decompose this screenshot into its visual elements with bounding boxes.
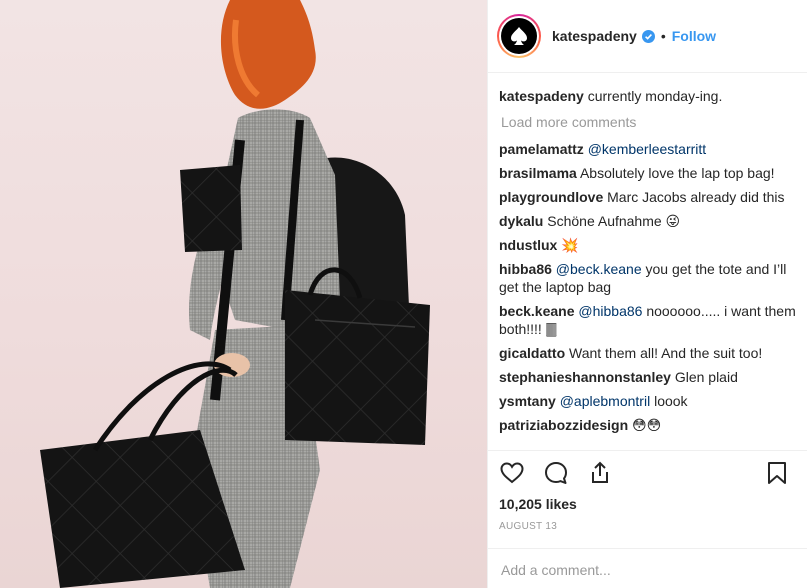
comment-mention[interactable]: @aplebmontril [560, 393, 650, 409]
comment-mention[interactable]: @kemberleestarritt [588, 141, 706, 157]
comment-text: Absolutely love the lap top bag! [579, 165, 775, 181]
comment-text: Glen plaid [674, 369, 738, 385]
comment-mention[interactable]: @hibba86 [578, 303, 642, 319]
comment-item: stephanieshannonstanley Glen plaid [499, 368, 799, 386]
comment-item: ysmtany @aplebmontril loook [499, 392, 799, 410]
post-actions-bar [488, 450, 807, 494]
comment-item: hibba86 @beck.keane you get the tote and… [499, 260, 799, 296]
header-separator: • [660, 28, 666, 44]
comment-text: Schöne Aufnahme 😜 [547, 213, 681, 229]
comment-item: gicaldatto Want them all! And the suit t… [499, 344, 799, 362]
post-date: AUGUST 13 [499, 521, 558, 532]
comment-username[interactable]: pamelamattz [499, 141, 584, 157]
caption-text: currently monday-ing. [587, 88, 723, 104]
likes-count[interactable]: 10,205 likes [499, 496, 577, 512]
comment-username[interactable]: patriziabozzidesign [499, 417, 628, 433]
post-caption: katespadeny currently monday-ing. [499, 87, 799, 105]
comment-item: ndustlux 💥 [499, 236, 799, 254]
fashion-photo [40, 0, 430, 588]
add-comment-bar [488, 548, 807, 588]
comment-item: patriziabozzidesign 😳😳 [499, 416, 799, 434]
spade-logo-icon [501, 18, 537, 54]
load-more-comments-button[interactable]: Load more comments [501, 113, 799, 131]
comment-username[interactable]: beck.keane [499, 303, 575, 319]
bookmark-icon[interactable] [764, 460, 790, 486]
post-photo[interactable] [0, 0, 487, 588]
comment-username[interactable]: brasilmama [499, 165, 577, 181]
follow-button[interactable]: Follow [672, 28, 716, 44]
caption-username[interactable]: katespadeny [499, 88, 584, 104]
comment-username[interactable]: stephanieshannonstanley [499, 369, 671, 385]
comments-list[interactable]: katespadeny currently monday-ing. Load m… [499, 87, 799, 449]
comment-icon[interactable] [543, 460, 569, 486]
comment-username[interactable]: ndustlux [499, 237, 557, 253]
comment-item: dykalu Schöne Aufnahme 😜 [499, 212, 799, 230]
comment-mention[interactable]: @beck.keane [556, 261, 642, 277]
comment-text: Want them all! And the suit too! [569, 345, 763, 361]
comment-username[interactable]: playgroundlove [499, 189, 603, 205]
post-side-panel: katespadeny • Follow katespadeny current… [487, 0, 807, 588]
comment-item: beck.keane @hibba86 noooooo..... i want … [499, 302, 799, 338]
comment-text: 💥 [561, 237, 579, 253]
avatar[interactable] [497, 14, 541, 58]
heart-icon[interactable] [499, 460, 525, 486]
comment-item: brasilmama Absolutely love the lap top b… [499, 164, 799, 182]
comment-username[interactable]: gicaldatto [499, 345, 565, 361]
comment-text: loook [654, 393, 688, 409]
post-header: katespadeny • Follow [488, 0, 807, 73]
comment-text: Marc Jacobs already did this [607, 189, 785, 205]
header-username[interactable]: katespadeny [552, 28, 637, 44]
comment-username[interactable]: dykalu [499, 213, 543, 229]
comment-username[interactable]: ysmtany [499, 393, 556, 409]
share-icon[interactable] [587, 460, 613, 486]
comment-item: pamelamattz @kemberleestarritt [499, 140, 799, 158]
comment-text: 😳😳 [632, 417, 662, 433]
comment-item: playgroundlove Marc Jacobs already did t… [499, 188, 799, 206]
comment-input[interactable] [501, 560, 781, 580]
comment-username[interactable]: hibba86 [499, 261, 552, 277]
verified-badge-icon [641, 29, 655, 43]
